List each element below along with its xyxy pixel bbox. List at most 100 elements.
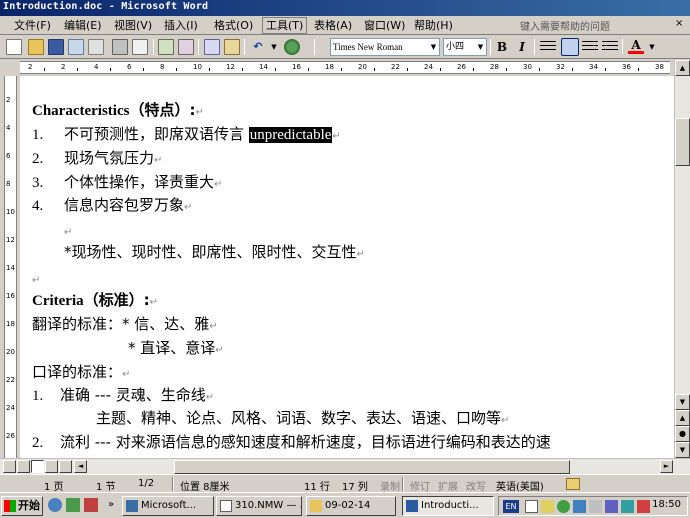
list-number: 3. bbox=[32, 175, 44, 191]
toolbar-separator bbox=[534, 39, 535, 55]
undo-dropdown-icon[interactable]: ▼ bbox=[266, 39, 282, 55]
help-search-input[interactable]: 键入需要帮助的问题 bbox=[520, 18, 610, 33]
menu-file[interactable]: 文件(F) bbox=[14, 18, 51, 33]
save-icon[interactable] bbox=[48, 39, 64, 55]
help-tray-icon[interactable] bbox=[525, 500, 538, 513]
tab-selector[interactable] bbox=[0, 60, 20, 75]
print-preview-icon[interactable] bbox=[132, 39, 148, 55]
app-quicklaunch-icon[interactable] bbox=[84, 498, 98, 512]
selected-text[interactable]: unpredictable bbox=[248, 127, 333, 143]
menu-table[interactable]: 表格(A) bbox=[314, 18, 352, 33]
bold-button[interactable]: B bbox=[494, 39, 510, 55]
document-close-icon[interactable]: × bbox=[675, 18, 683, 29]
previous-page-icon[interactable]: ▲ bbox=[675, 410, 690, 426]
tray-icon-4[interactable] bbox=[621, 500, 634, 513]
ruler-tick bbox=[572, 68, 573, 71]
normal-view-icon[interactable] bbox=[3, 460, 16, 473]
web-layout-view-icon[interactable] bbox=[17, 460, 30, 473]
open-folder-icon[interactable] bbox=[28, 39, 44, 55]
status-overtype[interactable]: 改写 bbox=[466, 478, 486, 493]
start-label: 开始 bbox=[18, 499, 40, 512]
ruler-number: 32 bbox=[556, 63, 565, 71]
spelling-status-icon[interactable] bbox=[566, 478, 580, 490]
scroll-right-icon[interactable]: ► bbox=[660, 460, 673, 473]
bullets-icon[interactable] bbox=[582, 41, 598, 53]
network-icon[interactable] bbox=[573, 500, 586, 513]
start-button[interactable]: 开始 bbox=[1, 496, 43, 516]
line-text: 口译的标准： bbox=[32, 363, 123, 381]
hyperlink-globe-icon[interactable] bbox=[284, 39, 300, 55]
select-browse-object-icon[interactable]: ● bbox=[675, 426, 690, 442]
toolbar-separator bbox=[198, 39, 199, 55]
status-record[interactable]: 录制 bbox=[380, 478, 400, 493]
horizontal-scrollbar[interactable]: ◄ ► bbox=[0, 458, 690, 474]
spelling-icon[interactable] bbox=[158, 39, 174, 55]
heading-chinese: （特点）: bbox=[129, 101, 196, 119]
quicklaunch-more-icon[interactable]: » bbox=[104, 498, 118, 512]
ruler-tick bbox=[308, 68, 309, 71]
outline-view-icon[interactable] bbox=[45, 460, 58, 473]
horizontal-scroll-thumb[interactable] bbox=[174, 460, 570, 474]
clock[interactable]: 18:50 bbox=[652, 499, 681, 510]
tray-icon-1[interactable] bbox=[541, 500, 554, 513]
status-bar: 1 页 1 节 1/2 位置 8厘米 11 行 17 列 录制 修订 扩展 改写… bbox=[0, 474, 690, 493]
list-item: 3. 个体性操作，译责重大↵ bbox=[32, 172, 222, 195]
taskbar-button-word[interactable]: Introducti... bbox=[402, 496, 494, 516]
paragraph-mark-icon: ↵ bbox=[149, 297, 159, 308]
tray-icon-5[interactable] bbox=[637, 500, 650, 513]
menu-view[interactable]: 视图(V) bbox=[114, 18, 152, 33]
scroll-left-icon[interactable]: ◄ bbox=[74, 460, 87, 473]
status-extend[interactable]: 扩展 bbox=[438, 478, 458, 493]
align-justify-icon[interactable] bbox=[540, 41, 556, 53]
tray-icon-2[interactable] bbox=[557, 500, 570, 513]
list-number: 1. bbox=[32, 127, 44, 143]
font-size-select[interactable]: 小四 ▼ bbox=[443, 38, 487, 56]
taskbar-button-microsoft[interactable]: Microsoft... bbox=[122, 496, 214, 516]
ruler-number: 30 bbox=[523, 63, 532, 71]
font-name-select[interactable]: Times New Roman ▼ bbox=[330, 38, 440, 56]
status-track-changes[interactable]: 修订 bbox=[410, 478, 430, 493]
ruler-tick bbox=[143, 68, 144, 71]
numbering-icon[interactable] bbox=[561, 38, 579, 56]
permission-icon[interactable] bbox=[68, 39, 84, 55]
ie-quicklaunch-icon[interactable] bbox=[48, 498, 62, 512]
menu-tools[interactable]: 工具(T) bbox=[261, 17, 308, 34]
new-document-icon[interactable] bbox=[6, 39, 22, 55]
tray-icon-3[interactable] bbox=[605, 500, 618, 513]
paste-icon[interactable] bbox=[224, 39, 240, 55]
menu-window[interactable]: 窗口(W) bbox=[364, 18, 405, 33]
font-color-button[interactable]: A bbox=[628, 39, 644, 54]
menu-format[interactable]: 格式(O) bbox=[214, 18, 253, 33]
undo-icon[interactable]: ↶ bbox=[250, 39, 266, 55]
print-layout-view-icon[interactable] bbox=[31, 460, 44, 473]
print-icon[interactable] bbox=[112, 39, 128, 55]
menu-help[interactable]: 帮助(H) bbox=[414, 18, 453, 33]
vertical-scrollbar[interactable]: ▲ ▼ ▲ ● ▼ bbox=[674, 60, 690, 458]
ruler-number: 24 bbox=[424, 63, 433, 71]
list-text: 流利 --- 对来源语信息的感知速度和解析速度，目标语进行编码和表达的速 bbox=[60, 433, 551, 451]
taskbar-button-310[interactable]: 310.NMW — ... bbox=[216, 496, 302, 516]
research-icon[interactable] bbox=[178, 39, 194, 55]
toolbar-separator bbox=[490, 39, 491, 55]
media-quicklaunch-icon[interactable] bbox=[66, 498, 80, 512]
italic-button[interactable]: I bbox=[514, 39, 530, 55]
copy-icon[interactable] bbox=[204, 39, 220, 55]
document-page[interactable]: Characteristics（特点）:↵ 1. 不可预测性，即席双语传言 unp… bbox=[20, 76, 674, 458]
ime-indicator[interactable]: EN bbox=[503, 500, 519, 513]
reading-layout-view-icon[interactable] bbox=[59, 460, 72, 473]
font-color-dropdown-icon[interactable]: ▼ bbox=[644, 39, 660, 55]
menu-edit[interactable]: 编辑(E) bbox=[64, 18, 102, 33]
toolbar: ↶ ▼ Times New Roman ▼ 小四 ▼ B I A ▼ bbox=[0, 35, 690, 59]
next-page-icon[interactable]: ▼ bbox=[675, 442, 690, 458]
volume-icon[interactable] bbox=[589, 500, 602, 513]
scroll-up-icon[interactable]: ▲ bbox=[675, 60, 690, 76]
taskbar-button-folder[interactable]: 09-02-14 bbox=[306, 496, 396, 516]
menu-insert[interactable]: 插入(I) bbox=[164, 18, 198, 33]
scroll-down-icon[interactable]: ▼ bbox=[675, 394, 690, 410]
increase-indent-icon[interactable] bbox=[602, 41, 618, 53]
vruler-number: 8 bbox=[6, 180, 11, 188]
email-icon[interactable] bbox=[88, 39, 104, 55]
vruler-number: 18 bbox=[6, 320, 15, 328]
horizontal-ruler[interactable]: 2 2 4 6 8 10 12 14 16 18 20 22 24 26 28 30 32 34 36 38 bbox=[20, 61, 670, 74]
vertical-scroll-thumb[interactable] bbox=[675, 118, 690, 166]
